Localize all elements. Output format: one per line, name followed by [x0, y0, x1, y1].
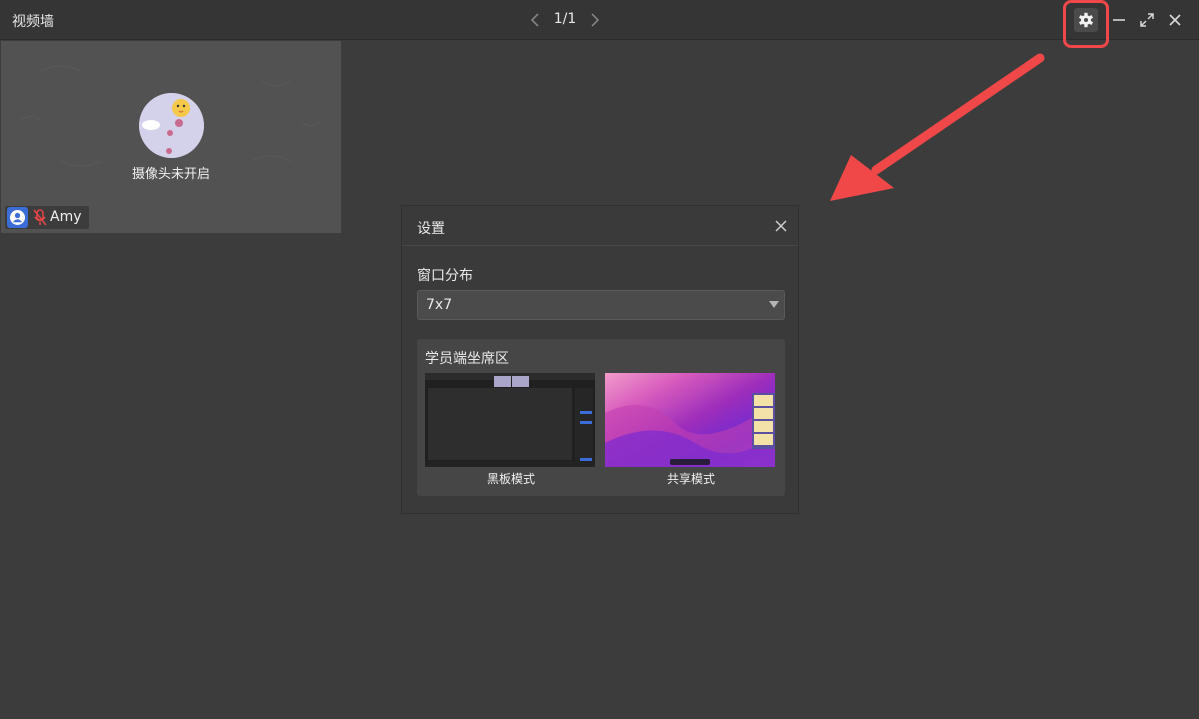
chevron-left-icon[interactable]: [528, 12, 544, 28]
layout-select-value: 7x7: [426, 297, 453, 313]
blackboard-mode-option[interactable]: 黑板模式: [425, 373, 597, 487]
minimize-icon[interactable]: [1109, 10, 1129, 30]
video-tile[interactable]: 摄像头未开启 Amy: [1, 41, 341, 233]
layout-label: 窗口分布: [417, 268, 473, 284]
seat-area-panel: 学员端坐席区 黑板模式 共享模式: [417, 339, 785, 496]
settings-button[interactable]: [1074, 8, 1098, 32]
close-icon[interactable]: [774, 218, 788, 232]
seat-area-label: 学员端坐席区: [425, 351, 509, 367]
share-mode-label: 共享模式: [666, 472, 715, 486]
layout-select[interactable]: 7x7: [417, 290, 785, 320]
avatar: [139, 93, 204, 158]
chevron-right-icon[interactable]: [586, 12, 602, 28]
window-title: 视频墙: [12, 14, 54, 30]
camera-off-label: 摄像头未开启: [131, 167, 210, 182]
page-indicator: 1/1: [553, 11, 577, 27]
blackboard-mode-thumbnail: [425, 373, 595, 467]
blackboard-mode-label: 黑板模式: [486, 472, 535, 486]
participant-name: Amy: [50, 209, 82, 225]
expand-icon[interactable]: [1137, 10, 1157, 30]
mic-muted-icon[interactable]: [32, 209, 48, 226]
user-icon: [7, 207, 28, 228]
title-bar: 视频墙 1/1: [0, 0, 1199, 48]
share-mode-thumbnail: [605, 373, 775, 467]
settings-dialog: 设置 窗口分布 7x7 学员端坐席区 黑板模式 共享模式: [401, 205, 799, 514]
close-icon[interactable]: [1165, 10, 1185, 30]
pagination: 1/1: [528, 9, 602, 31]
caret-down-icon: [769, 301, 779, 308]
dialog-header: 设置: [402, 206, 798, 246]
participant-name-tag: Amy: [5, 206, 89, 229]
share-mode-option[interactable]: 共享模式: [605, 373, 777, 487]
dialog-title: 设置: [417, 221, 445, 237]
